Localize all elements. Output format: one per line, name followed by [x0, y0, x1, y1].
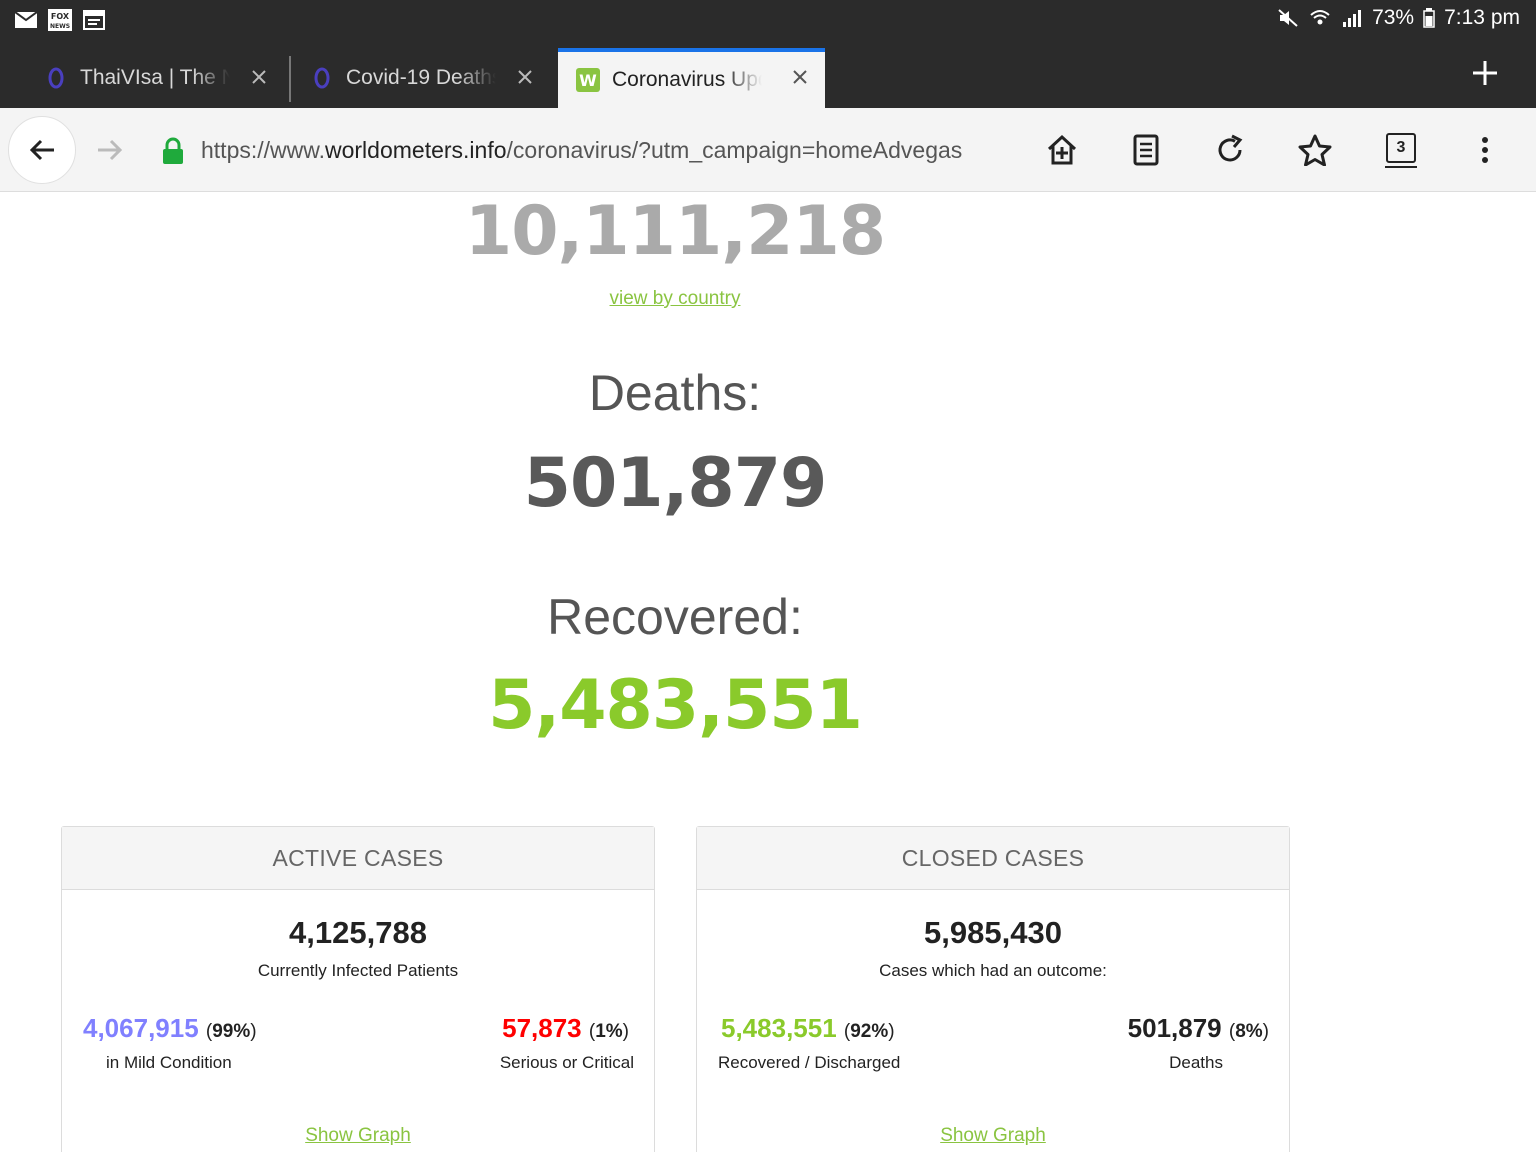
forward-button[interactable] — [82, 122, 138, 178]
deaths-value: 501,879 — [1127, 1013, 1222, 1043]
tab-switcher-button[interactable]: 3 — [1373, 120, 1429, 176]
critical-stat: 57,873 (1%) — [502, 1013, 629, 1044]
close-icon[interactable] — [789, 66, 811, 88]
back-button[interactable] — [8, 116, 76, 184]
worldometers-icon: W — [576, 68, 600, 92]
active-subtitle: Currently Infected Patients — [257, 961, 459, 980]
tab-strip: ThaiVIsa | The N Covid-19 Deaths W Coron… — [0, 40, 1536, 108]
tab-thaivisa[interactable]: ThaiVIsa | The N — [44, 48, 284, 108]
menu-button[interactable] — [1457, 122, 1513, 178]
url-path: /coronavirus/?utm_campaign=homeAdvegas — [506, 136, 963, 163]
mild-percent: (99%) — [205, 1021, 257, 1042]
active-cases-panel: ACTIVE CASES 4,125,788 Currently Infecte… — [61, 826, 655, 1152]
url-host: worldometers.info — [324, 136, 507, 163]
tab-covid-deaths[interactable]: Covid-19 Deaths — [310, 48, 550, 108]
wifi-icon — [1308, 6, 1332, 30]
recovered-stat: 5,483,551 (92%) — [721, 1013, 895, 1044]
mild-stat: 4,067,915 (99%) — [83, 1013, 257, 1044]
tab-coronavirus-update[interactable]: W Coronavirus Upda — [558, 48, 825, 108]
calendar-icon — [82, 8, 106, 32]
view-by-country-link[interactable]: view by country — [375, 288, 975, 310]
page-content: 10,111,218 view by country Deaths: 501,8… — [0, 192, 1536, 1152]
opera-icon — [44, 66, 68, 90]
overflow-menu-icon — [1482, 137, 1488, 163]
critical-label: Serious or Critical — [499, 1053, 634, 1072]
closed-subtitle: Cases which had an outcome: — [879, 961, 1107, 980]
android-status-bar: FOX NEWS 73% 7:13 pm — [0, 0, 1536, 40]
svg-text:FOX: FOX — [51, 12, 70, 21]
tab-count: 3 — [1385, 133, 1417, 168]
show-graph-link[interactable]: Show Graph — [62, 1125, 654, 1147]
deaths-label: Deaths: — [588, 365, 762, 421]
new-tab-button[interactable] — [1468, 56, 1502, 90]
active-total: 4,125,788 — [289, 915, 427, 950]
tab-title: Covid-19 Deaths — [346, 66, 496, 89]
panel-header: CLOSED CASES — [697, 827, 1289, 890]
fox-news-icon: FOX NEWS — [48, 8, 72, 32]
recovered-label: Recovered: — [547, 589, 803, 645]
lock-icon — [160, 136, 186, 171]
show-graph-link[interactable]: Show Graph — [697, 1125, 1289, 1147]
cases-total: 10,111,218 — [464, 192, 886, 271]
url-scheme: https://www. — [201, 136, 325, 163]
panel-header: ACTIVE CASES — [62, 827, 654, 890]
bookmark-button[interactable] — [1287, 122, 1343, 178]
tab-separator — [289, 56, 291, 102]
browser-toolbar: https://www. worldometers.info/coronaviru… — [0, 108, 1536, 192]
reload-button[interactable] — [1202, 122, 1258, 178]
mild-label: in Mild Condition — [106, 1053, 232, 1072]
deaths-total: 501,879 — [523, 444, 828, 523]
home-add-icon — [1047, 134, 1077, 165]
tab-title: ThaiVIsa | The N — [80, 66, 230, 89]
mail-icon — [14, 8, 38, 32]
recovered-percent: (92%) — [843, 1021, 895, 1042]
close-icon[interactable] — [514, 66, 536, 88]
deaths-label-small: Deaths — [1169, 1053, 1223, 1072]
signal-icon — [1340, 6, 1364, 30]
recovered-discharged-label: Recovered / Discharged — [718, 1053, 901, 1072]
close-icon[interactable] — [248, 66, 270, 88]
recovered-value: 5,483,551 — [721, 1013, 837, 1043]
deaths-stat: 501,879 (8%) — [1128, 1013, 1269, 1044]
closed-total: 5,985,430 — [924, 915, 1062, 950]
battery-icon — [1422, 6, 1436, 30]
deaths-percent: (8%) — [1228, 1021, 1269, 1042]
star-icon — [1298, 134, 1332, 166]
svg-text:W: W — [579, 71, 597, 90]
home-button[interactable] — [1034, 122, 1090, 178]
critical-percent: (1%) — [588, 1021, 629, 1042]
forward-arrow-icon — [98, 139, 123, 161]
mute-icon — [1276, 6, 1300, 30]
mild-value: 4,067,915 — [83, 1013, 199, 1043]
recovered-total: 5,483,551 — [488, 666, 863, 745]
reload-icon — [1218, 134, 1243, 162]
plus-icon — [1473, 61, 1497, 85]
closed-cases-panel: CLOSED CASES 5,985,430 Cases which had a… — [696, 826, 1290, 1152]
reader-icon — [1133, 134, 1159, 166]
svg-text:NEWS: NEWS — [50, 23, 70, 30]
back-arrow-icon — [29, 139, 54, 161]
reader-mode-button[interactable] — [1118, 122, 1174, 178]
battery-percent: 73% — [1372, 6, 1415, 29]
opera-icon — [310, 66, 334, 90]
critical-value: 57,873 — [502, 1013, 582, 1043]
tab-title: Coronavirus Upda — [612, 68, 762, 91]
url-bar[interactable]: https://www. worldometers.info/coronaviru… — [201, 132, 1061, 168]
clock: 7:13 pm — [1444, 6, 1520, 29]
